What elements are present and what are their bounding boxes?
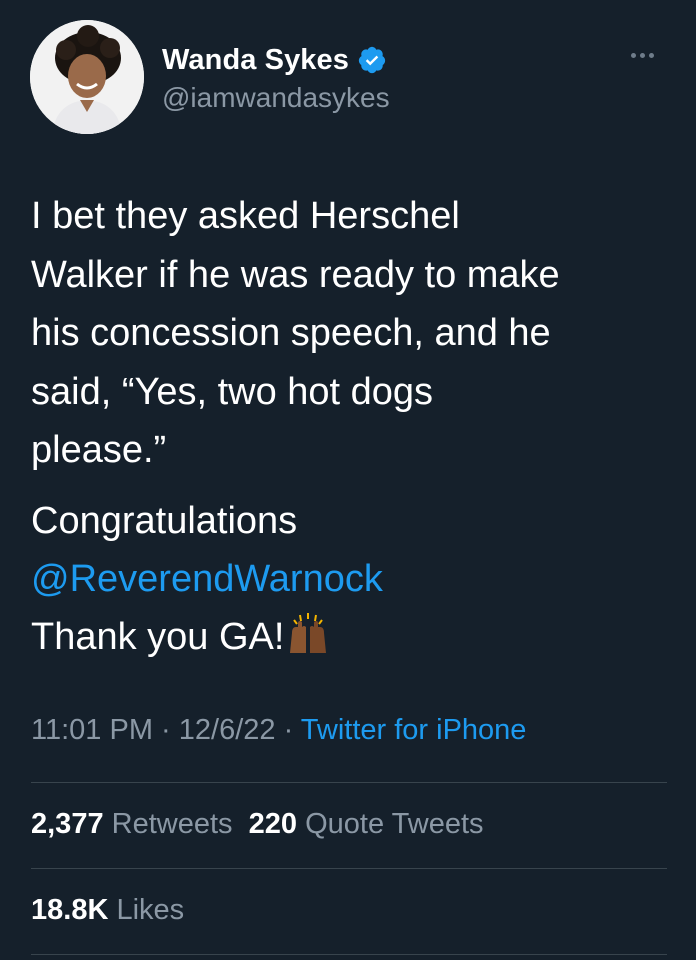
profile-photo-icon	[30, 20, 144, 134]
quote-tweets-label: Quote Tweets	[305, 808, 484, 840]
tweet-meta: 11:01 PM · 12/6/22 · Twitter for iPhone	[31, 714, 526, 747]
more-horizontal-icon	[630, 52, 636, 58]
divider	[31, 954, 667, 955]
tweet-line-congrats: Congratulations	[31, 500, 298, 542]
retweets-stat[interactable]: 2,377 Retweets	[31, 808, 233, 840]
more-dot	[648, 52, 654, 58]
tweet-source-link[interactable]: Twitter for iPhone	[301, 714, 527, 746]
quote-tweets-stat[interactable]: 220 Quote Tweets	[249, 808, 484, 840]
tweet-detail: Wanda Sykes @iamwandasykes I bet they as…	[0, 0, 696, 960]
author-handle[interactable]: @iamwandasykes	[162, 82, 390, 114]
author-avatar[interactable]	[30, 20, 144, 134]
verified-badge-icon	[358, 46, 386, 74]
engagement-stats-row: 2,377 Retweets 220 Quote Tweets	[31, 808, 484, 841]
tweet-line-thanks-row: Thank you GA!	[31, 608, 671, 666]
tweet-line-thanks: Thank you GA!	[31, 616, 285, 658]
author-name-row[interactable]: Wanda Sykes	[162, 40, 387, 80]
raising-hands-emoji	[290, 613, 327, 653]
tweet-time[interactable]: 11:01 PM	[31, 714, 153, 746]
tweet-date[interactable]: 12/6/22	[179, 714, 276, 746]
retweets-count: 2,377	[31, 808, 104, 840]
tweet-text-continued: Congratulations @ReverendWarnock Thank y…	[31, 492, 671, 666]
mention-link[interactable]: @ReverendWarnock	[31, 558, 383, 600]
more-options-button[interactable]	[622, 45, 662, 65]
divider	[31, 782, 667, 783]
retweets-label: Retweets	[111, 808, 233, 840]
more-dot	[639, 52, 645, 58]
likes-stat[interactable]: 18.8K Likes	[31, 894, 184, 927]
quote-tweets-count: 220	[248, 808, 298, 840]
meta-separator: ·	[152, 714, 179, 746]
meta-separator: ·	[275, 714, 301, 746]
divider	[31, 868, 667, 869]
likes-label: Likes	[116, 894, 185, 926]
tweet-text: I bet they asked Herschel Walker if he w…	[31, 195, 560, 471]
likes-count: 18.8K	[31, 894, 109, 926]
author-display-name[interactable]: Wanda Sykes	[162, 44, 349, 77]
